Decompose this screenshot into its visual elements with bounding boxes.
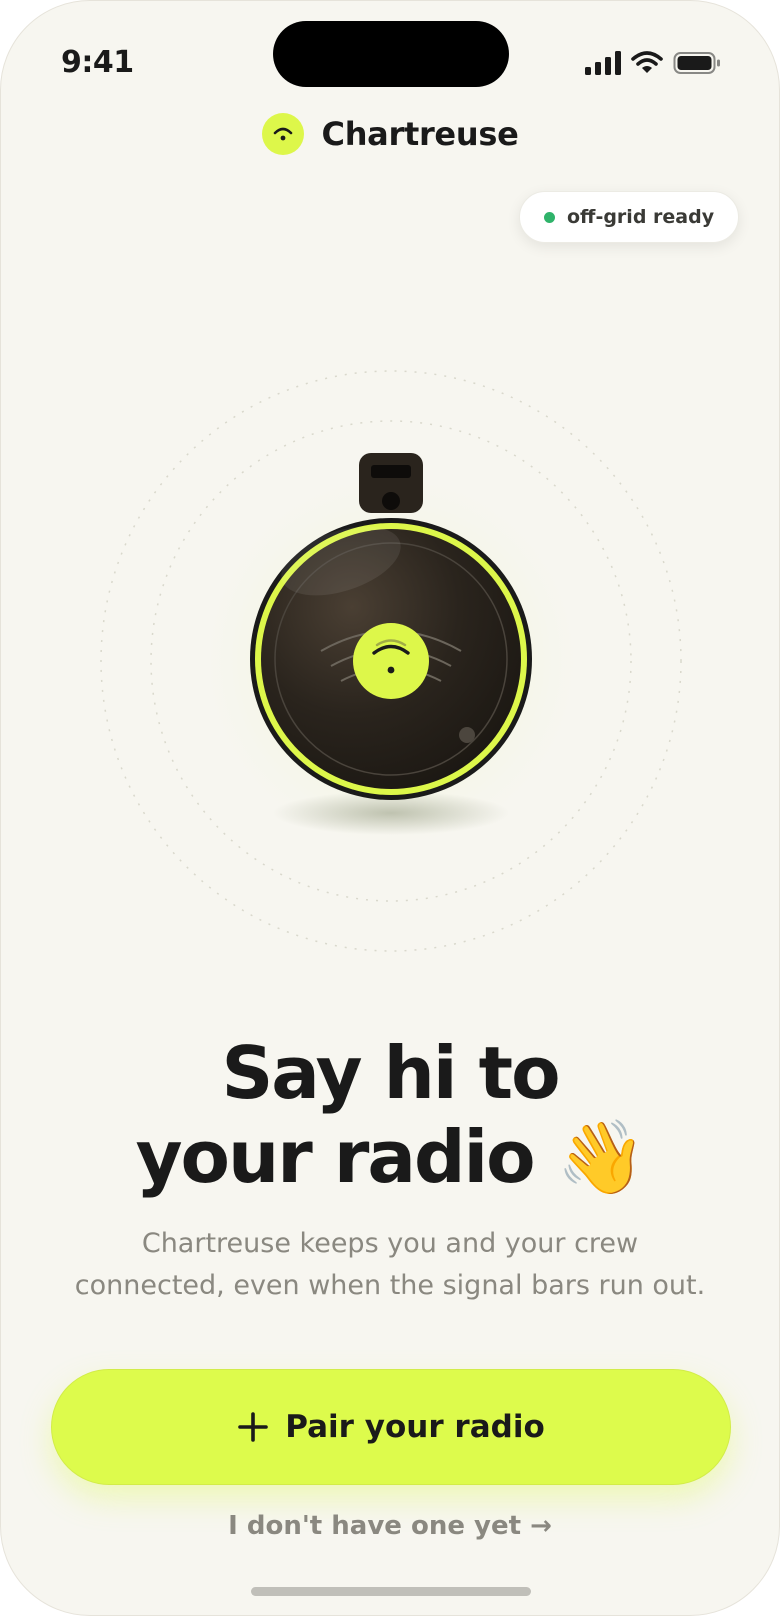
subtitle: Chartreuse keeps you and your crew conne… [61, 1223, 719, 1307]
subtitle-line-1: Chartreuse keeps you and your crew [141, 1228, 639, 1259]
status-dot [544, 211, 555, 223]
status-badge-label: off-grid ready [567, 206, 715, 228]
phone-screen: 9:41 Chartreuse off-grid ready Say hi to… [0, 0, 780, 1616]
wifi-icon [631, 51, 663, 73]
headline-line-1: Say hi to [221, 1031, 560, 1115]
pair-radio-button-label: Pair your radio [285, 1409, 545, 1445]
status-time: 9:41 [61, 45, 134, 80]
home-indicator [251, 1587, 531, 1596]
signal-waves-icon [261, 113, 304, 155]
subtitle-line-2: connected, even when the signal bars run… [74, 1270, 706, 1301]
status-badge: off-grid ready [519, 191, 740, 243]
dynamic-island [273, 21, 509, 87]
brand-header: Chartreuse [1, 113, 779, 155]
page-title: Say hi to your radio 👋 [1, 1031, 779, 1199]
headline-line-2-text: your radio [135, 1115, 536, 1199]
headline-line-2: your radio 👋 [1, 1115, 779, 1199]
waving-hand-icon: 👋 [556, 1115, 647, 1199]
status-icons [585, 51, 721, 75]
battery-icon [673, 52, 720, 74]
no-radio-link[interactable]: I don't have one yet → [1, 1511, 779, 1541]
plus-icon [238, 1412, 269, 1442]
radio-device-illustration [91, 361, 691, 961]
cellular-signal-icon [585, 51, 621, 75]
brand-name: Chartreuse [321, 115, 519, 153]
pair-radio-button[interactable]: Pair your radio [51, 1369, 731, 1485]
